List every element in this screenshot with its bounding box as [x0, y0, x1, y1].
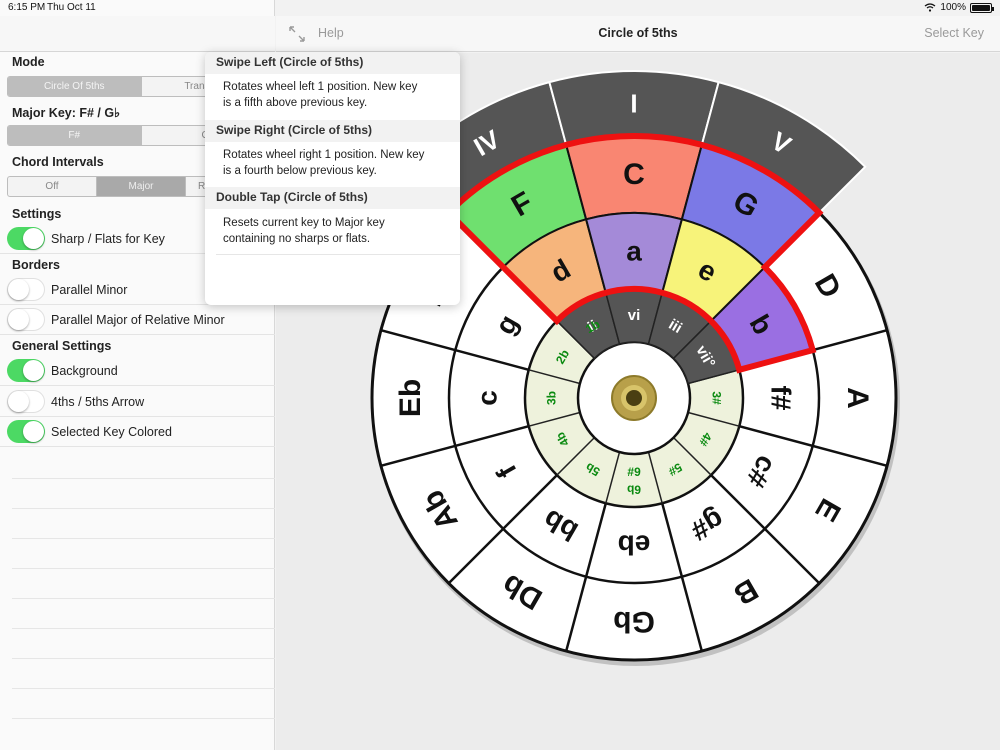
sharp-flats-toggle[interactable]	[7, 227, 45, 250]
select-key-button[interactable]: Select Key	[924, 26, 984, 40]
toggle-knob	[23, 360, 44, 381]
battery-percent: 100%	[940, 2, 966, 13]
double-tap-line-1: Resets current key to Major key	[223, 217, 385, 229]
selected-key-colored-toggle[interactable]	[7, 420, 45, 443]
list-divider	[12, 658, 275, 659]
list-divider	[12, 718, 275, 719]
key-sharp-option[interactable]: F#	[8, 126, 142, 145]
list-divider	[12, 478, 275, 479]
page-title: Circle of 5ths	[598, 26, 678, 40]
background-row[interactable]: Background	[0, 356, 275, 386]
list-divider	[12, 598, 275, 599]
selected-key-colored-row[interactable]: Selected Key Colored	[0, 417, 275, 447]
list-divider	[12, 508, 275, 509]
double-tap-title: Double Tap (Circle of 5ths)	[205, 187, 460, 209]
chord-intervals-label: Chord Intervals	[12, 155, 104, 169]
arrow-label: 4ths / 5ths Arrow	[51, 394, 145, 409]
toggle-knob	[8, 279, 29, 300]
parallel-major-label: Parallel Major of Relative Minor	[51, 312, 225, 327]
chord-intervals-major[interactable]: Major	[97, 177, 186, 196]
list-divider	[12, 628, 275, 629]
help-popover: Swipe Left (Circle of 5ths) Rotates whee…	[205, 52, 460, 305]
borders-label: Borders	[12, 258, 60, 272]
selected-key-colored-label: Selected Key Colored	[51, 424, 172, 439]
settings-label: Settings	[12, 207, 62, 221]
arrow-toggle[interactable]	[7, 390, 45, 413]
swipe-right-title: Swipe Right (Circle of 5ths)	[205, 120, 460, 142]
list-divider	[12, 538, 275, 539]
double-tap-line-2: containing no sharps or flats.	[223, 233, 371, 245]
status-right: 100%	[924, 2, 994, 13]
parallel-major-row[interactable]: Parallel Major of Relative Minor	[0, 305, 275, 335]
toggle-knob	[8, 391, 29, 412]
mode-circle-of-5ths[interactable]: Circle Of 5ths	[8, 77, 142, 96]
popover-divider	[216, 254, 460, 255]
swipe-left-title: Swipe Left (Circle of 5ths)	[205, 52, 460, 74]
mode-label: Mode	[12, 55, 45, 69]
toggle-knob	[23, 421, 44, 442]
swipe-right-line-1: Rotates wheel right 1 position. New key	[223, 149, 425, 161]
general-settings-label: General Settings	[12, 339, 112, 353]
toggle-knob	[23, 228, 44, 249]
arrow-row[interactable]: 4ths / 5ths Arrow	[0, 387, 275, 417]
background-label: Background	[51, 363, 118, 378]
status-date: Thu Oct 11	[47, 2, 96, 13]
wifi-icon	[925, 3, 936, 12]
parallel-minor-toggle[interactable]	[7, 278, 45, 301]
swipe-right-line-2: is a fourth below previous key.	[223, 165, 377, 177]
sidebar-header	[0, 16, 275, 52]
parallel-major-toggle[interactable]	[7, 308, 45, 331]
toggle-knob	[8, 309, 29, 330]
main-header: Help Circle of 5ths Select Key	[276, 16, 1000, 52]
major-key-label: Major Key: F# / G♭	[12, 106, 121, 120]
swipe-left-line-2: is a fifth above previous key.	[223, 97, 368, 109]
sharp-flats-label: Sharp / Flats for Key	[51, 231, 165, 246]
status-bar: 6:15 PM Thu Oct 11 100%	[0, 0, 1000, 16]
parallel-minor-label: Parallel Minor	[51, 282, 128, 297]
list-divider	[12, 568, 275, 569]
status-time: 6:15 PM	[8, 2, 46, 13]
battery-icon	[970, 2, 994, 13]
chord-intervals-off[interactable]: Off	[8, 177, 97, 196]
background-toggle[interactable]	[7, 359, 45, 382]
list-divider	[12, 688, 275, 689]
swipe-left-line-1: Rotates wheel left 1 position. New key	[223, 81, 418, 93]
